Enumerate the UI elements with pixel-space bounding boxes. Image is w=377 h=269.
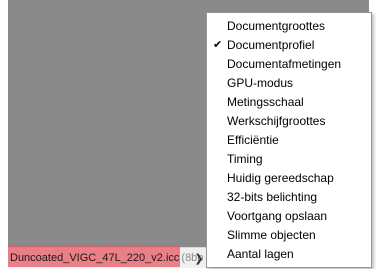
status-menu-arrow-button[interactable]: ❯ (194, 249, 204, 267)
checkmark-icon: ✔ (213, 39, 223, 51)
menu-item-label: Efficiëntie (227, 133, 279, 147)
menu-item-label: Documentgroottes (227, 19, 326, 33)
menu-item-32-bits-belichting[interactable]: 32-bits belichting (207, 188, 371, 207)
menu-item-label: Huidig gereedschap (227, 171, 334, 185)
menu-item-documentgroottes[interactable]: Documentgroottes (207, 17, 371, 36)
menu-item-label: Metingsschaal (227, 95, 304, 109)
menu-item-label: Voortgang opslaan (227, 209, 328, 223)
menu-item-label: Werkschijfgroottes (227, 114, 326, 128)
menu-item-label: Aantal lagen (227, 247, 294, 261)
document-profile-text: Duncoated_VIGC_47L_220_v2.icc (10, 252, 180, 264)
menu-item-label: Documentprofiel (227, 38, 315, 52)
app-window: Duncoated_VIGC_47L_220_v2.icc (8bp ❯ Doc… (0, 0, 377, 269)
menu-item-aantal-lagen[interactable]: Aantal lagen (207, 245, 371, 264)
menu-item-slimme-objecten[interactable]: Slimme objecten (207, 226, 371, 245)
chevron-right-icon: ❯ (194, 252, 204, 265)
menu-item-gpu-modus[interactable]: GPU-modus (207, 74, 371, 93)
menu-item-label: Slimme objecten (227, 228, 316, 242)
menu-item-documentafmetingen[interactable]: Documentafmetingen (207, 55, 371, 74)
document-info-field[interactable]: Duncoated_VIGC_47L_220_v2.icc (8bp (8, 249, 206, 267)
menu-item-label: GPU-modus (227, 76, 294, 90)
menu-item-documentprofiel[interactable]: ✔ Documentprofiel (207, 36, 371, 55)
menu-item-metingsschaal[interactable]: Metingsschaal (207, 93, 371, 112)
menu-item-label: Documentafmetingen (227, 57, 342, 71)
menu-item-werkschijfgroottes[interactable]: Werkschijfgroottes (207, 112, 371, 131)
menu-item-timing[interactable]: Timing (207, 150, 371, 169)
menu-item-efficientie[interactable]: Efficiëntie (207, 131, 371, 150)
menu-item-voortgang-opslaan[interactable]: Voortgang opslaan (207, 207, 371, 226)
menu-item-huidig-gereedschap[interactable]: Huidig gereedschap (207, 169, 371, 188)
menu-item-label: 32-bits belichting (227, 190, 318, 204)
menu-item-label: Timing (227, 152, 263, 166)
status-info-menu: Documentgroottes ✔ Documentprofiel Docum… (206, 12, 372, 268)
